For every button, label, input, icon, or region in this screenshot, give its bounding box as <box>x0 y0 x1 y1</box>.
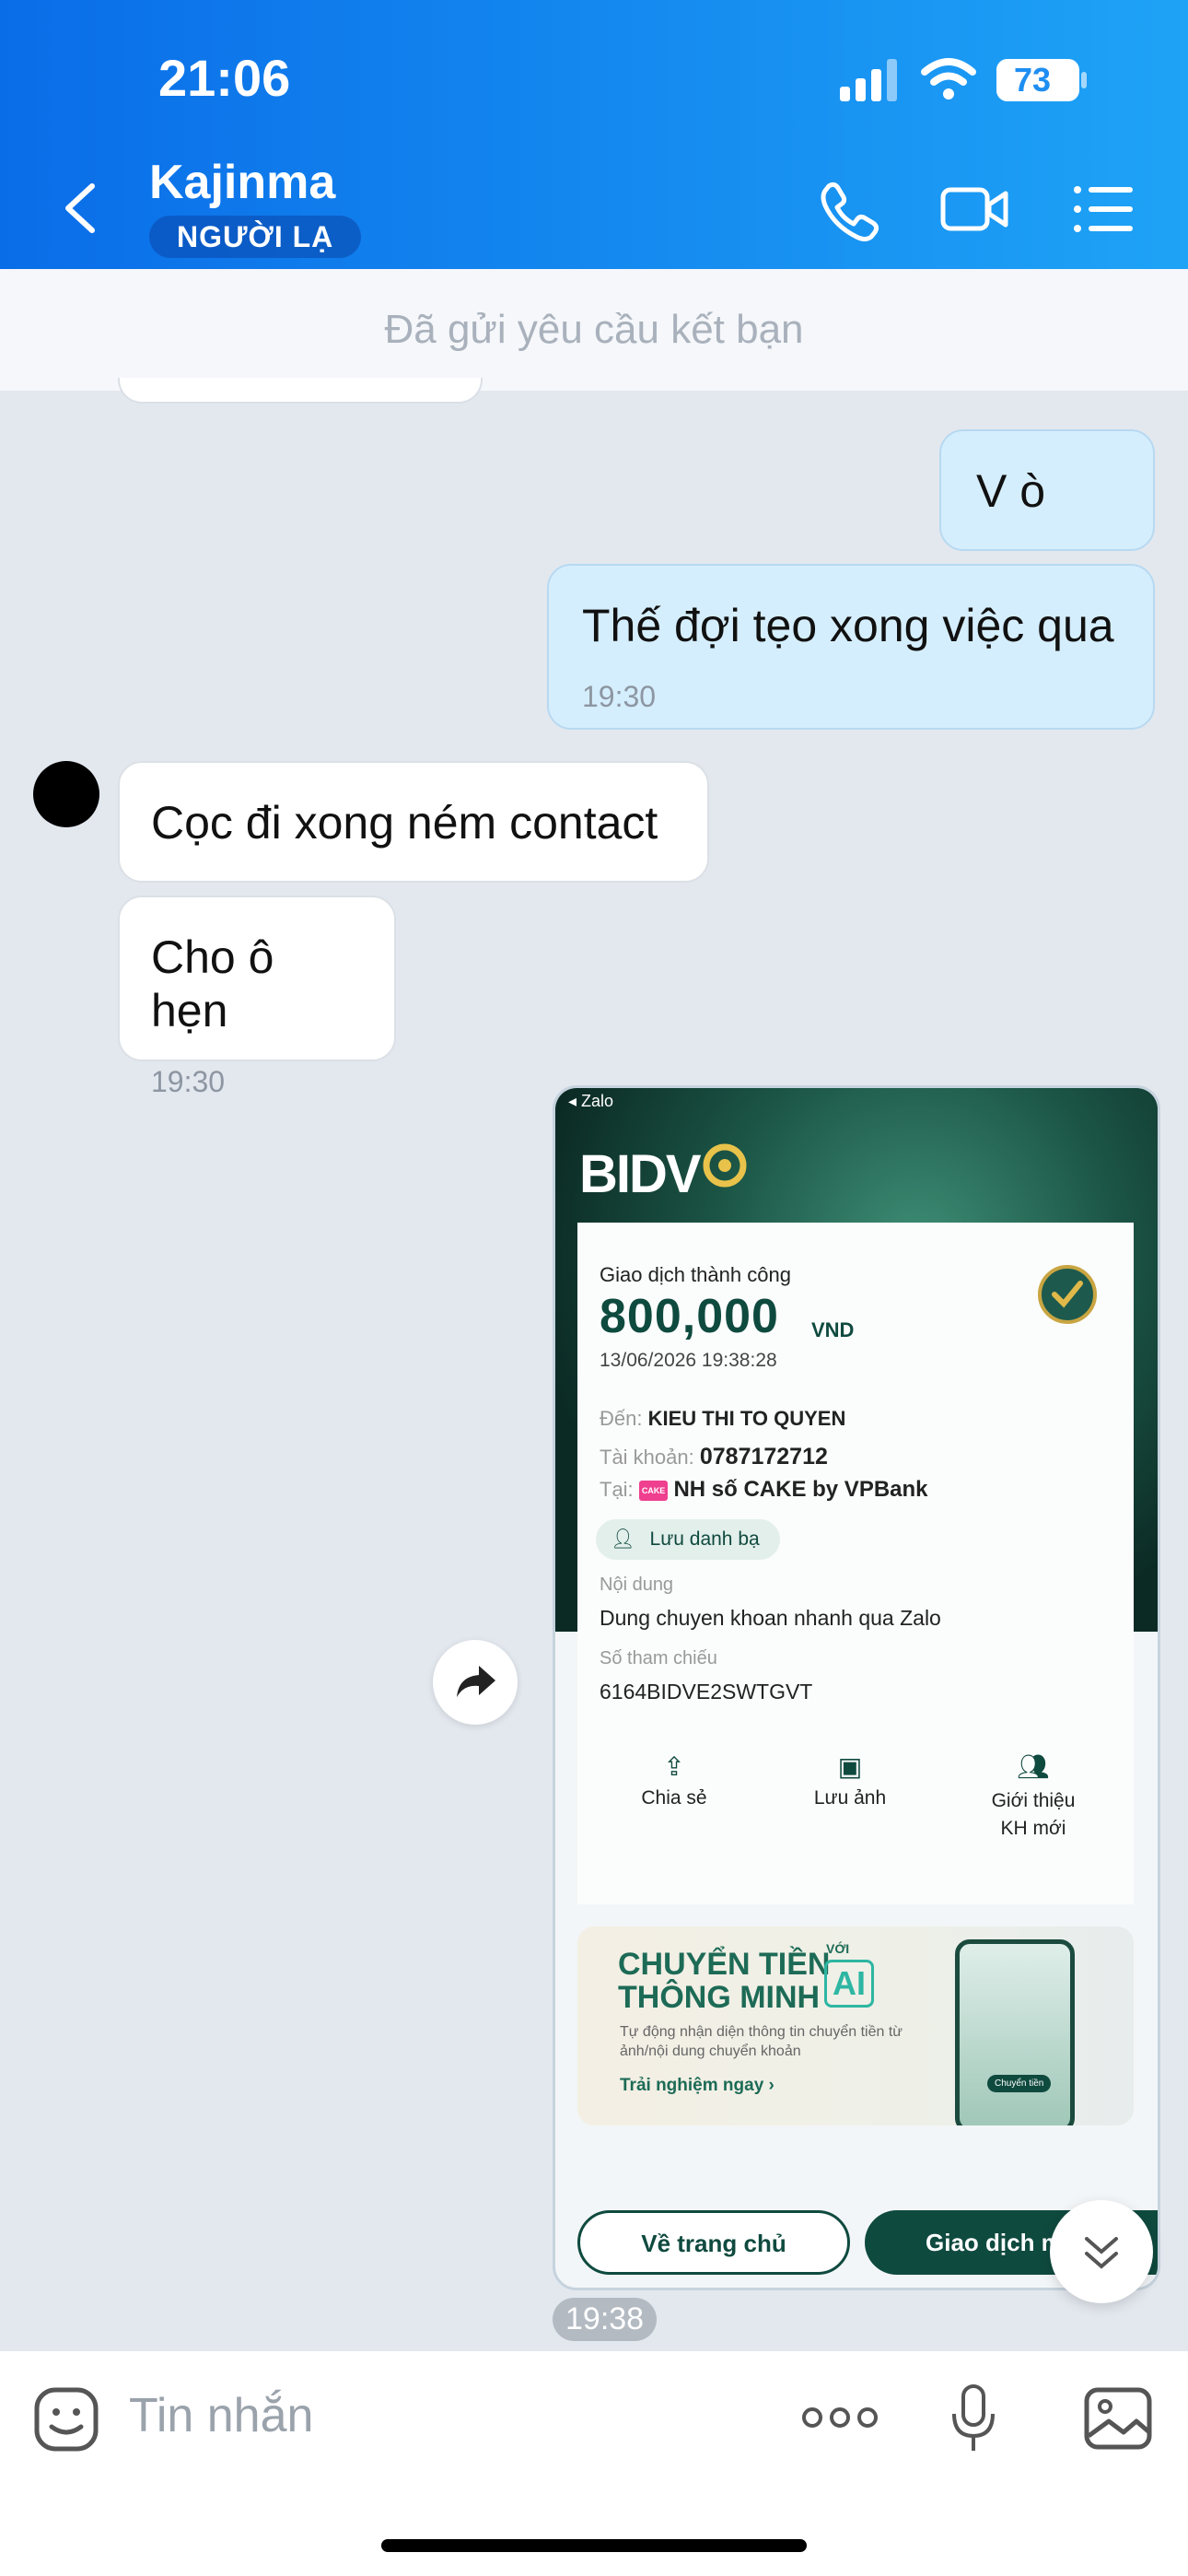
save-image-action[interactable]: ▣ Lưu ảnh <box>795 1751 905 1809</box>
to-label: Đến: <box>600 1407 643 1430</box>
promo-title-2: THÔNG MINH <box>618 1980 821 2015</box>
bank-name: NH số CAKE by VPBank <box>673 1477 928 1502</box>
cake-logo: CAKE <box>638 1481 669 1502</box>
message-text: Thế đợi tẹo xong việc qua <box>582 600 1114 651</box>
share-label: Chia sẻ <box>641 1787 707 1809</box>
image-icon: ▣ <box>837 1752 863 1781</box>
message-bubble-received[interactable]: Cọc đi xong ném contact <box>118 761 709 883</box>
message-bubble-sent[interactable]: V ò <box>939 429 1155 551</box>
double-chevron-down-icon <box>1085 2237 1118 2269</box>
share-icon: ⇪ <box>663 1752 685 1781</box>
forward-arrow-icon <box>457 1666 495 1697</box>
share-action[interactable]: ⇪ Chia sẻ <box>623 1751 725 1809</box>
account-number: 0787172712 <box>699 1444 828 1469</box>
content-label: Nội dung <box>600 1575 674 1595</box>
promo-with: VỚI <box>826 1941 850 1956</box>
avatar[interactable] <box>33 761 99 827</box>
recipient-name: KIEU THI TO QUYEN <box>647 1407 846 1430</box>
message-text: Cọc đi xong ném contact <box>151 797 658 849</box>
transaction-status: Giao dịch thành công <box>600 1263 791 1286</box>
message-text: V ò <box>976 465 1046 517</box>
promo-banner[interactable]: CHUYỂN TIỀN THÔNG MINH VỚI AI Tự động nh… <box>577 1926 1134 2125</box>
message-time: 19:30 <box>151 1065 226 1098</box>
back-to-zalo-label: ◂ Zalo <box>568 1092 614 1110</box>
menu-list-icon[interactable] <box>1068 177 1142 241</box>
save-image-label: Lưu ảnh <box>813 1787 887 1809</box>
stranger-badge: NGƯỜI LẠ <box>149 216 362 258</box>
battery-icon: 73 <box>996 59 1079 101</box>
microphone-icon[interactable] <box>947 2381 1002 2458</box>
refer-action[interactable]: 👥︎ Giới thiệu KH mới <box>955 1751 1112 1843</box>
signal-icon <box>840 59 897 101</box>
message-time: 19:30 <box>582 680 657 713</box>
promo-cta[interactable]: Trải nghiệm ngay › <box>620 2076 775 2096</box>
image-gallery-icon[interactable] <box>1083 2386 1153 2451</box>
promo-description: Tự động nhận diện thông tin chuyển tiền … <box>620 2024 903 2059</box>
reference-label: Số tham chiếu <box>600 1648 717 1669</box>
scroll-to-bottom-button[interactable] <box>1050 2200 1153 2303</box>
currency: VND <box>811 1318 855 1341</box>
sticker-icon[interactable] <box>31 2384 101 2454</box>
phone-transfer-button: Chuyển tiền <box>987 2075 1052 2092</box>
wifi-icon <box>921 58 976 100</box>
back-arrow-icon[interactable] <box>57 181 105 236</box>
transfer-content: Dung chuyen khoan nhanh qua Zalo <box>600 1606 941 1630</box>
phone-mockup: Chuyển tiền <box>955 1939 1075 2125</box>
bidv-star-icon <box>703 1143 747 1188</box>
save-contact-label: Lưu danh bạ <box>649 1528 760 1550</box>
message-bubble-received[interactable]: Cho ô hẹn 19:30 <box>118 896 396 1098</box>
phone-call-icon[interactable] <box>814 177 888 241</box>
reference-number: 6164BIDVE2SWTGVT <box>600 1680 813 1704</box>
promo-ai: AI <box>824 1960 874 2008</box>
more-options-icon[interactable] <box>801 2401 879 2434</box>
home-indicator <box>381 2539 807 2552</box>
battery-level: 73 <box>1013 61 1052 99</box>
account-label: Tài khoản: <box>600 1446 694 1469</box>
status-time: 21:06 <box>158 49 291 107</box>
forward-button[interactable] <box>433 1640 518 1725</box>
friend-request-banner: Đã gửi yêu cầu kết bạn <box>0 269 1188 391</box>
video-call-icon[interactable] <box>938 177 1011 241</box>
transaction-datetime: 13/06/2026 19:38:28 <box>600 1350 777 1371</box>
refer-label: Giới thiệu KH mới <box>991 1790 1076 1839</box>
message-input[interactable]: Tin nhắn <box>129 2388 313 2443</box>
amount: 800,000 <box>600 1290 779 1343</box>
add-user-icon: 👥︎ <box>1017 1752 1050 1781</box>
contact-name[interactable]: Kajinma <box>149 155 335 210</box>
message-text: Cho ô hẹn <box>151 931 274 1036</box>
message-bubble-sent[interactable]: Thế đợi tẹo xong việc qua 19:30 <box>547 564 1155 730</box>
home-button[interactable]: Về trang chủ <box>577 2210 850 2275</box>
save-contact-button[interactable]: 👤︎ Lưu danh bạ <box>596 1519 780 1560</box>
receipt-time: 19:38 <box>553 2298 658 2341</box>
receipt-image[interactable]: ◂ Zalo BIDV Giao dịch thành công 800,000… <box>553 1085 1160 2290</box>
bank-label: Tại: <box>600 1478 634 1501</box>
previous-message-bubble <box>118 378 483 404</box>
person-icon: 👤︎ <box>611 1528 635 1550</box>
bank-logo: BIDV <box>579 1144 702 1204</box>
promo-title-1: CHUYỂN TIỀN <box>618 1947 831 1982</box>
receipt-panel: Giao dịch thành công 800,000 VND 13/06/2… <box>577 1223 1134 1904</box>
chat-header: 21:06 73 Kajinma NGƯỜI LẠ <box>0 0 1188 269</box>
check-icon <box>1038 1265 1097 1324</box>
